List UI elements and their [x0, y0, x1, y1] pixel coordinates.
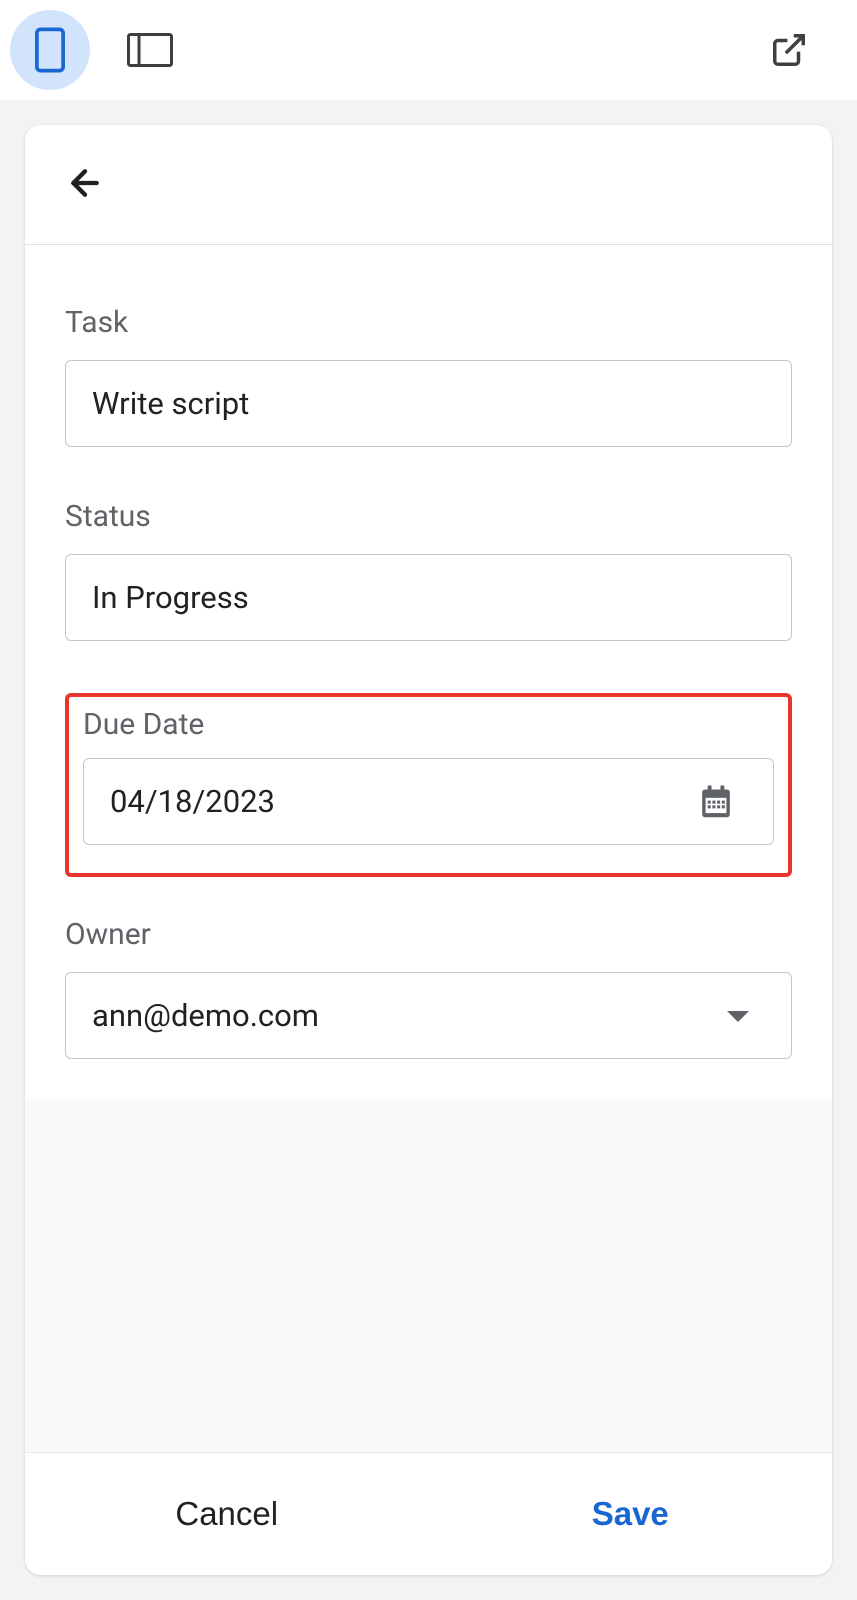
- chevron-down-icon: [725, 1008, 751, 1024]
- due-date-value: 04/18/2023: [110, 783, 275, 820]
- form-card: Task Write script Status In Progress Due…: [25, 125, 832, 1575]
- external-link-icon: [770, 31, 808, 69]
- status-value: In Progress: [92, 579, 249, 616]
- form-area: Task Write script Status In Progress Due…: [25, 245, 832, 1099]
- bottom-action-bar: Cancel Save: [25, 1452, 832, 1575]
- back-button[interactable]: [55, 153, 115, 216]
- tablet-icon: [127, 33, 173, 67]
- save-button[interactable]: Save: [429, 1453, 833, 1575]
- card-header: [25, 125, 832, 245]
- status-label: Status: [65, 499, 792, 534]
- task-field: Task Write script: [65, 305, 792, 447]
- mobile-preview-button[interactable]: [10, 10, 90, 90]
- task-value: Write script: [92, 385, 249, 422]
- back-arrow-icon: [65, 163, 105, 203]
- due-date-label: Due Date: [83, 707, 774, 742]
- calendar-icon: [699, 784, 733, 820]
- canvas-background: Task Write script Status In Progress Due…: [0, 100, 857, 1600]
- owner-value: ann@demo.com: [92, 997, 319, 1034]
- form-spacer: [25, 1099, 832, 1452]
- due-date-input[interactable]: 04/18/2023: [83, 758, 774, 845]
- status-input[interactable]: In Progress: [65, 554, 792, 641]
- tablet-preview-button[interactable]: [110, 10, 190, 90]
- mobile-icon: [35, 27, 65, 73]
- owner-field: Owner ann@demo.com: [65, 917, 792, 1059]
- task-label: Task: [65, 305, 792, 340]
- top-toolbar: [0, 0, 857, 100]
- owner-select[interactable]: ann@demo.com: [65, 972, 792, 1059]
- cancel-button[interactable]: Cancel: [25, 1453, 429, 1575]
- task-input[interactable]: Write script: [65, 360, 792, 447]
- status-field: Status In Progress: [65, 499, 792, 641]
- external-link-button[interactable]: [759, 20, 819, 80]
- owner-label: Owner: [65, 917, 792, 952]
- due-date-highlight: Due Date 04/18/2023: [65, 693, 792, 877]
